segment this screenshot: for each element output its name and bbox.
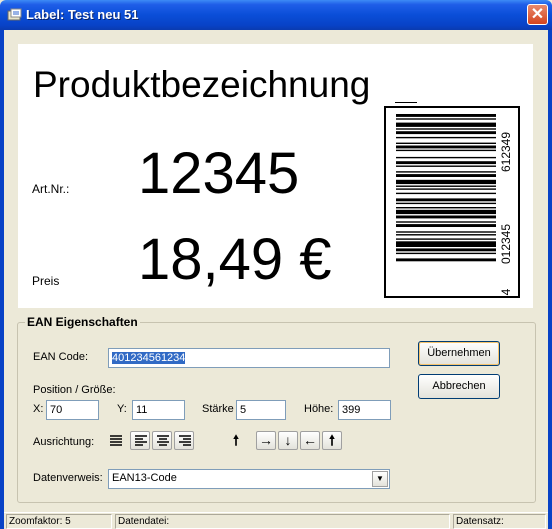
align-right-icon <box>179 435 191 446</box>
barcode-bar <box>396 149 496 152</box>
arrow-down-icon: ↓ <box>284 432 292 448</box>
cancel-button[interactable]: Abbrechen <box>418 374 500 399</box>
barcode-bar <box>396 142 496 144</box>
barcode-bar <box>396 156 496 159</box>
barcode-bar <box>396 145 496 149</box>
align-left-icon <box>135 435 147 446</box>
window-title: Label: Test neu 51 <box>26 7 139 22</box>
barcode-digits: 012345 <box>499 224 513 264</box>
barcode-bar <box>396 114 496 117</box>
rotate-90-button[interactable]: → <box>256 431 276 450</box>
price-value[interactable]: 18,49 € <box>138 226 332 293</box>
status-zoom: Zoomfaktor: 5 <box>6 514 112 529</box>
price-label[interactable]: Preis <box>32 274 59 288</box>
staerke-input[interactable]: 5 <box>236 400 286 420</box>
ean-properties-title: EAN Eigenschaften <box>25 315 140 329</box>
barcode-bar <box>396 231 496 233</box>
label-preview[interactable]: Produktbezeichnung Art.Nr.: 12345 Preis … <box>18 44 533 308</box>
barcode-bar <box>396 179 496 185</box>
barcode-bar <box>396 224 496 227</box>
artnr-label[interactable]: Art.Nr.: <box>32 182 69 196</box>
rotate-0-button[interactable]: 🠕 <box>226 431 246 450</box>
close-icon: ✕ <box>530 6 545 23</box>
x-label: X: <box>33 403 44 415</box>
hoehe-label: Höhe: <box>304 403 334 415</box>
rotate-180-button[interactable]: ↓ <box>278 431 298 450</box>
align-justify-icon <box>110 435 122 446</box>
align-justify-button[interactable] <box>105 431 125 450</box>
apply-button[interactable]: Übernehmen <box>418 341 500 366</box>
barcode-bar <box>396 248 496 252</box>
barcode-bar <box>396 185 496 187</box>
barcode-bar <box>396 131 496 135</box>
barcode-digits: 612349 <box>499 132 513 172</box>
barcode-bar <box>396 192 496 195</box>
barcode-bar <box>396 188 496 190</box>
status-record: Datensatz: <box>453 514 546 529</box>
ean-code-input[interactable]: 40123456​1234 <box>108 348 390 368</box>
y-input[interactable]: 11 <box>132 400 185 420</box>
barcode-bar <box>396 136 496 139</box>
barcode-bar <box>396 202 496 205</box>
window-frame-left <box>0 30 4 529</box>
status-datafile: Datendatei: <box>115 514 450 529</box>
alignment-label: Ausrichtung: <box>33 436 95 448</box>
arrow-left-icon: ← <box>303 432 317 448</box>
rotate-270-button[interactable]: ← <box>300 431 320 450</box>
barcode-bar <box>396 234 496 236</box>
barcode-bars: 4 012345 612349 <box>396 114 513 295</box>
datenverweis-label: Datenverweis: <box>33 472 103 484</box>
barcode-bar <box>396 174 496 177</box>
datenverweis-select[interactable]: EAN13-Code ▼ <box>108 469 390 489</box>
hoehe-input[interactable]: 399 <box>338 400 391 420</box>
label-editor-window: Label: Test neu 51 ✕ Produktbezeichnung … <box>0 0 552 529</box>
barcode-bar <box>396 252 496 255</box>
barcode-bar <box>396 118 496 120</box>
ean-code-label: EAN Code: <box>33 351 89 363</box>
chevron-down-icon[interactable]: ▼ <box>372 471 388 487</box>
barcode-bar <box>396 209 496 215</box>
staerke-label: Stärke <box>202 403 234 415</box>
app-icon <box>7 8 22 21</box>
barcode-bar <box>396 122 496 127</box>
arrow-up-icon: 🠕 <box>232 432 239 448</box>
barcode-bar <box>396 165 496 167</box>
align-right-button[interactable] <box>174 431 194 450</box>
align-center-button[interactable] <box>152 431 172 450</box>
barcode-digits: 4 <box>499 288 513 295</box>
position-size-label: Position / Größe: <box>33 384 116 396</box>
rotate-reset-button[interactable]: 🠕 <box>322 431 342 450</box>
barcode-bar <box>396 238 496 240</box>
align-left-button[interactable] <box>130 431 150 450</box>
close-button[interactable]: ✕ <box>527 4 548 25</box>
barcode-bar <box>396 258 496 262</box>
barcode-bar <box>396 128 496 130</box>
datenverweis-value: EAN13-Code <box>112 472 177 484</box>
barcode-bar <box>396 221 496 223</box>
barcode-bar <box>396 241 496 247</box>
text-cursor <box>395 102 417 103</box>
window-frame-right <box>548 30 552 529</box>
arrow-right-icon: → <box>259 432 273 448</box>
barcode[interactable]: 4 012345 612349 <box>384 106 520 298</box>
x-input[interactable]: 70 <box>46 400 99 420</box>
ean-code-value: 40123456​1234 <box>112 352 186 364</box>
barcode-bar <box>396 215 496 219</box>
product-name-field[interactable]: Produktbezeichnung <box>33 64 370 106</box>
arrow-up-icon: 🠕 <box>328 432 335 448</box>
barcode-bar <box>396 198 496 202</box>
barcode-bar <box>396 171 496 173</box>
barcode-bar <box>396 161 496 165</box>
align-center-icon <box>157 435 169 446</box>
status-bar: Zoomfaktor: 5 Datendatei: Datensatz: <box>4 512 548 529</box>
barcode-bar <box>396 207 496 209</box>
title-bar[interactable]: Label: Test neu 51 ✕ <box>0 0 552 30</box>
y-label: Y: <box>117 403 127 415</box>
artnr-value[interactable]: 12345 <box>138 140 299 207</box>
